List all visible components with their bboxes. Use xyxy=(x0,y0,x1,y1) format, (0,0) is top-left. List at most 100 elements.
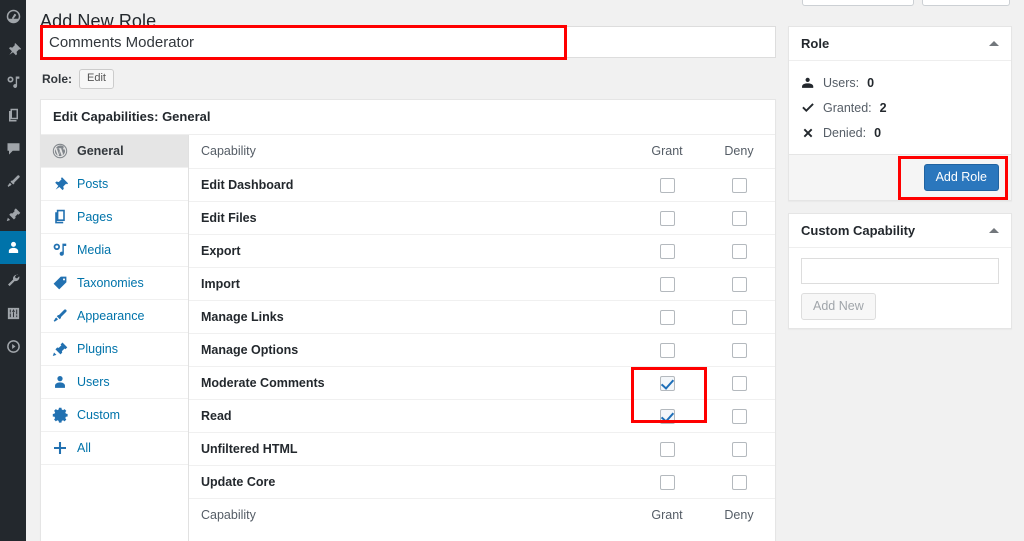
capability-tab-plugins[interactable]: Plugins xyxy=(41,333,188,366)
deny-checkbox[interactable] xyxy=(732,376,747,391)
sidebar-item-posts[interactable] xyxy=(0,33,26,66)
pin-icon xyxy=(51,176,68,193)
grant-checkbox[interactable] xyxy=(660,310,675,325)
capability-tab-pages[interactable]: Pages xyxy=(41,201,188,234)
capability-tab-taxonomies[interactable]: Taxonomies xyxy=(41,267,188,300)
capability-tab-custom[interactable]: Custom xyxy=(41,399,188,432)
role-slug-edit-button[interactable]: Edit xyxy=(79,69,114,89)
capability-name: Update Core xyxy=(189,465,631,498)
wrench-icon xyxy=(6,273,21,288)
add-role-button[interactable]: Add Role xyxy=(924,164,999,191)
capability-tab-media[interactable]: Media xyxy=(41,234,188,267)
role-box-header[interactable]: Role xyxy=(789,27,1011,61)
screen-options-tab[interactable] xyxy=(802,0,914,6)
grant-checkbox[interactable] xyxy=(660,475,675,490)
deny-checkbox[interactable] xyxy=(732,442,747,457)
custom-capability-header[interactable]: Custom Capability xyxy=(789,214,1011,248)
add-new-capability-button[interactable]: Add New xyxy=(801,293,876,320)
brush-icon xyxy=(51,308,68,325)
deny-checkbox[interactable] xyxy=(732,244,747,259)
wordpress-icon xyxy=(51,143,68,160)
deny-checkbox[interactable] xyxy=(732,211,747,226)
capability-name: Moderate Comments xyxy=(189,366,631,399)
capability-tab-label: Appearance xyxy=(77,308,144,325)
brush-icon xyxy=(6,174,21,189)
sidebar-item-dashboard[interactable] xyxy=(0,0,26,33)
sidebar-item-tools[interactable] xyxy=(0,264,26,297)
capability-tab-general[interactable]: General xyxy=(41,135,188,168)
sidebar-item-plugins[interactable] xyxy=(0,198,26,231)
grant-checkbox[interactable] xyxy=(660,277,675,292)
deny-checkbox[interactable] xyxy=(732,409,747,424)
deny-checkbox[interactable] xyxy=(732,343,747,358)
pages-icon xyxy=(51,209,68,226)
help-tab[interactable] xyxy=(922,0,1010,6)
sidebar-item-settings[interactable] xyxy=(0,297,26,330)
tab-list-filler xyxy=(41,465,188,541)
chevron-up-icon[interactable] xyxy=(989,228,999,233)
table-row: Export xyxy=(189,234,775,267)
role-slug-row: Role: Edit xyxy=(40,68,776,90)
grant-cell xyxy=(631,300,703,333)
capability-tab-appearance[interactable]: Appearance xyxy=(41,300,188,333)
grant-checkbox[interactable] xyxy=(660,409,675,424)
capability-name: Manage Links xyxy=(189,300,631,333)
screen-root: Add New Role Role: Edit Edit Capabilitie… xyxy=(0,0,1024,541)
table-header-row: Capability Grant Deny xyxy=(189,135,775,168)
grant-cell xyxy=(631,168,703,201)
role-stat-value: 0 xyxy=(874,125,881,141)
grant-checkbox[interactable] xyxy=(660,442,675,457)
deny-checkbox[interactable] xyxy=(732,277,747,292)
capability-table-foot: Capability Grant Deny xyxy=(189,498,775,531)
grant-checkbox[interactable] xyxy=(660,178,675,193)
capability-table: Capability Grant Deny Edit DashboardEdit… xyxy=(189,135,775,531)
deny-checkbox[interactable] xyxy=(732,475,747,490)
custom-capability-box: Custom Capability Add New xyxy=(788,213,1012,329)
sidebar-item-users[interactable] xyxy=(0,231,26,264)
capability-tab-posts[interactable]: Posts xyxy=(41,168,188,201)
pin-icon xyxy=(6,42,21,57)
table-row: Manage Links xyxy=(189,300,775,333)
grant-checkbox[interactable] xyxy=(660,343,675,358)
user-icon xyxy=(51,374,68,391)
plugin-icon xyxy=(6,207,21,222)
table-row: Manage Options xyxy=(189,333,775,366)
capability-tab-all[interactable]: All xyxy=(41,432,188,465)
sidebar-item-appearance[interactable] xyxy=(0,165,26,198)
table-row: Unfiltered HTML xyxy=(189,432,775,465)
deny-cell xyxy=(703,333,775,366)
sidebar-item-comments[interactable] xyxy=(0,132,26,165)
capability-tab-label: Custom xyxy=(77,407,120,424)
grant-checkbox[interactable] xyxy=(660,376,675,391)
role-title-input[interactable] xyxy=(40,26,776,58)
col-footer-deny: Deny xyxy=(703,498,775,531)
capability-name: Manage Options xyxy=(189,333,631,366)
capability-table-body: Edit DashboardEdit FilesExportImportMana… xyxy=(189,168,775,498)
role-stat: Denied: 0 xyxy=(801,121,999,146)
dashboard-icon xyxy=(6,9,21,24)
capability-tab-label: Plugins xyxy=(77,341,118,358)
grant-checkbox[interactable] xyxy=(660,244,675,259)
col-footer-grant: Grant xyxy=(631,498,703,531)
sidebar-item-pages[interactable] xyxy=(0,99,26,132)
pages-icon xyxy=(6,108,21,123)
capability-name: Unfiltered HTML xyxy=(189,432,631,465)
media-icon xyxy=(51,242,68,259)
sidebar-item-media[interactable] xyxy=(0,66,26,99)
deny-checkbox[interactable] xyxy=(732,310,747,325)
sidebar-item-collapse[interactable] xyxy=(0,330,26,363)
side-column: Role Users:0Granted:2Denied:0 Add Role C… xyxy=(788,26,1012,341)
role-stat: Granted:2 xyxy=(801,96,999,121)
capabilities-panel-heading: Edit Capabilities: General xyxy=(41,100,775,135)
deny-checkbox[interactable] xyxy=(732,178,747,193)
capability-tab-label: Pages xyxy=(77,209,112,226)
role-stat-label: Denied: xyxy=(823,125,866,141)
chevron-up-icon[interactable] xyxy=(989,41,999,46)
deny-cell xyxy=(703,300,775,333)
table-row: Edit Files xyxy=(189,201,775,234)
comment-icon xyxy=(6,141,21,156)
deny-cell xyxy=(703,399,775,432)
grant-checkbox[interactable] xyxy=(660,211,675,226)
capability-tab-users[interactable]: Users xyxy=(41,366,188,399)
custom-capability-input[interactable] xyxy=(801,258,999,284)
